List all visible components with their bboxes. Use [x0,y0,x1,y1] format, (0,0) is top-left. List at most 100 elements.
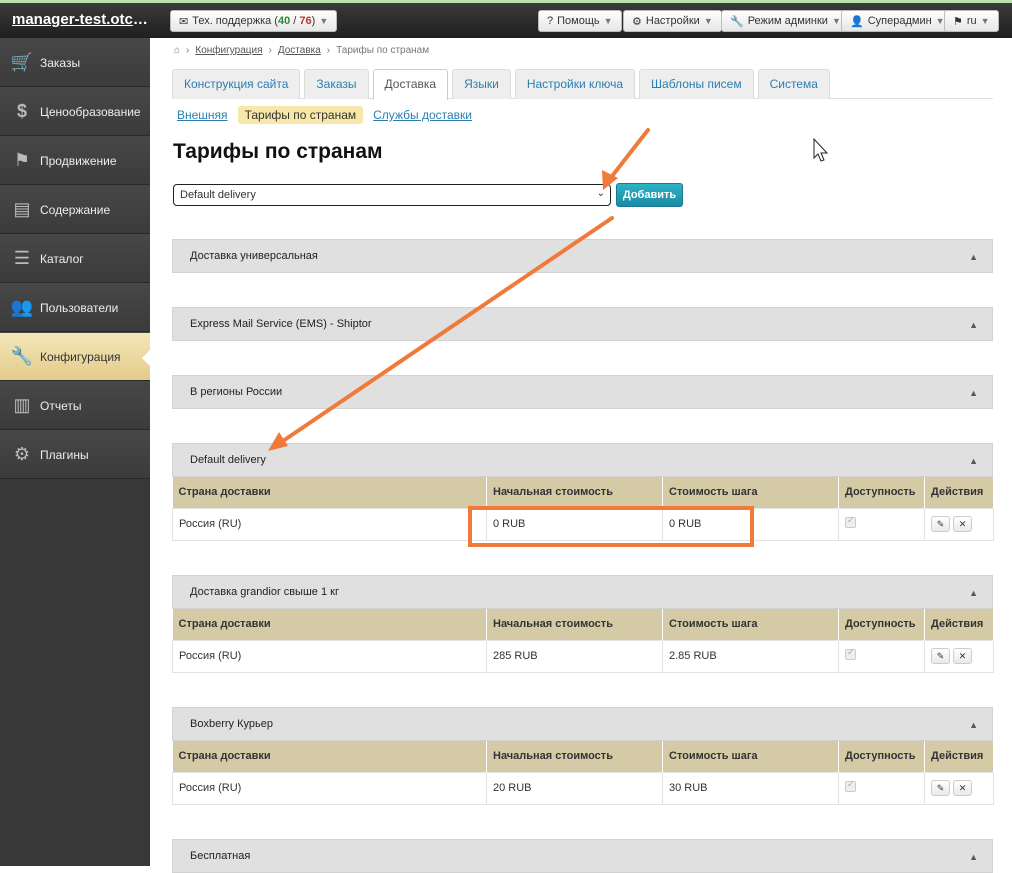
subtab-external[interactable]: Внешняя [177,108,228,122]
availability-cell [838,771,925,805]
delivery-section: Default delivery ▲ Страна доставки Начал… [172,443,994,541]
main-content: ⌂ › Конфигурация › Доставка › Тарифы по … [150,38,1012,873]
collapse-icon[interactable]: ▲ [969,720,978,730]
user-icon: 👤 [850,15,864,28]
country-cell: Россия (RU) [172,639,487,673]
table-header-row: Страна доставки Начальная стоимость Стои… [172,609,994,640]
collapse-icon[interactable]: ▲ [969,852,978,862]
section-title: В регионы России [190,386,283,398]
rates-table: Страна доставки Начальная стоимость Стои… [172,609,994,673]
sidebar-item-label: Содержание [40,202,111,217]
breadcrumb-delivery[interactable]: Доставка [278,45,321,56]
sidebar-item-label: Ценообразование [40,104,141,119]
support-button[interactable]: ✉ Тех. поддержка (40 / 76) ▼ [170,10,338,32]
column-header: Начальная стоимость [486,477,663,508]
delivery-section: Доставка универсальная ▲ [172,239,993,273]
sidebar-item-plugins[interactable]: ⚙ Плагины [0,430,150,479]
start-cost-cell: 285 RUB [486,639,663,673]
sidebar-item-users[interactable]: 👥 Пользователи [0,283,150,332]
delete-icon[interactable]: ✕ [953,648,972,664]
column-header: Страна доставки [172,609,487,640]
collapse-icon[interactable]: ▲ [969,456,978,466]
user-menu-button[interactable]: 👤 Суперадмин ▼ [841,10,954,32]
top-bar: manager-test.otcom... ✉ Тех. поддержка (… [0,0,1012,38]
home-icon[interactable]: ⌂ [174,45,180,56]
section-title: Доставка grandior свыше 1 кг [190,586,339,598]
tab-languages[interactable]: Языки [452,69,511,99]
wrench-icon: 🔧 [10,346,34,366]
section-header[interactable]: Доставка grandior свыше 1 кг ▲ [172,575,993,609]
section-header[interactable]: В регионы России ▲ [172,375,993,409]
tab-site-construction[interactable]: Конструкция сайта [172,69,301,99]
delivery-section: Бесплатная ▲ [172,839,993,873]
breadcrumb-current: Тарифы по странам [336,45,430,56]
delete-icon[interactable]: ✕ [953,516,972,532]
column-header: Действия [924,741,994,772]
sidebar-item-orders[interactable]: 🛒 Заказы [0,38,150,87]
help-button[interactable]: ? Помощь ▼ [538,10,622,32]
collapse-icon[interactable]: ▲ [969,320,978,330]
section-header[interactable]: Бесплатная ▲ [172,839,993,873]
admin-mode-button[interactable]: 🔧 Режим админки ▼ [721,10,850,32]
tab-system[interactable]: Система [757,69,830,99]
flag-icon: ⚑ [13,150,31,170]
subtab-delivery-services[interactable]: Службы доставки [373,108,472,122]
section-title: Boxberry Курьер [190,718,273,730]
section-header[interactable]: Доставка универсальная ▲ [172,239,993,273]
sidebar-item-pricing[interactable]: $ Ценообразование [0,87,150,136]
delivery-select-value: Default delivery [180,189,256,201]
delivery-section: Express Mail Service (EMS) - Shiptor ▲ [172,307,993,341]
sidebar-item-content[interactable]: ▤ Содержание [0,185,150,234]
sidebar-item-label: Продвижение [40,153,117,168]
column-header: Стоимость шага [662,609,839,640]
column-header: Стоимость шага [662,741,839,772]
column-header: Страна доставки [172,741,487,772]
edit-icon[interactable]: ✎ [931,780,950,796]
edit-icon[interactable]: ✎ [931,516,950,532]
tab-orders[interactable]: Заказы [304,69,369,99]
sidebar-item-configuration[interactable]: 🔧 Конфигурация [0,332,151,381]
section-title: Default delivery [190,454,266,466]
actions-cell: ✎ ✕ [924,507,994,541]
sidebar-item-label: Конфигурация [40,349,121,364]
tab-delivery[interactable]: Доставка [372,69,449,100]
section-title: Бесплатная [190,850,251,862]
rates-table: Страна доставки Начальная стоимость Стои… [172,477,994,541]
table-row: Россия (RU) 285 RUB 2.85 RUB ✎✕ [172,639,994,673]
delivery-select[interactable]: Default delivery ⌄ [173,184,611,206]
collapse-icon[interactable]: ▲ [969,588,978,598]
section-header[interactable]: Express Mail Service (EMS) - Shiptor ▲ [172,307,993,341]
table-header-row: Страна доставки Начальная стоимость Стои… [172,477,994,508]
settings-button[interactable]: ⚙ Настройки ▼ [623,10,722,32]
availability-checkbox [845,515,856,528]
column-header: Доступность [838,477,925,508]
sidebar-item-label: Отчеты [40,398,82,413]
sidebar-item-reports[interactable]: ▥ Отчеты [0,381,150,430]
availability-checkbox [845,647,856,660]
tab-email-templates[interactable]: Шаблоны писем [639,69,754,99]
delete-icon[interactable]: ✕ [953,780,972,796]
sidebar-item-promotion[interactable]: ⚑ Продвижение [0,136,150,185]
add-button[interactable]: Добавить [616,183,683,207]
edit-icon[interactable]: ✎ [931,648,950,664]
subtab-country-rates[interactable]: Тарифы по странам [237,106,364,124]
sidebar-item-catalog[interactable]: ☰ Каталог [0,234,150,283]
section-header[interactable]: Boxberry Курьер ▲ [172,707,993,741]
sidebar: 🛒 Заказы $ Ценообразование ⚑ Продвижение ▤ С… [0,38,151,866]
settings-label: Настройки [645,15,700,27]
language-button[interactable]: ⚑ ru ▼ [944,10,999,32]
caret-down-icon: ▼ [831,16,841,26]
collapse-icon[interactable]: ▲ [969,388,978,398]
tab-key-settings[interactable]: Настройки ключа [514,69,636,99]
page-title: Тарифы по странам [173,140,383,163]
section-header[interactable]: Default delivery ▲ [172,443,993,477]
breadcrumb-configuration[interactable]: Конфигурация [195,45,262,56]
step-cost-cell: 0 RUB [662,507,839,541]
site-title-link[interactable]: manager-test.otcom... [12,11,157,28]
table-row: Россия (RU) 0 RUB 0 RUB ✎✕ [172,507,994,541]
collapse-icon[interactable]: ▲ [969,252,978,262]
question-icon: ? [547,15,554,27]
help-label: Помощь [557,15,600,27]
country-cell: Россия (RU) [172,507,487,541]
language-label: ru [966,15,977,27]
